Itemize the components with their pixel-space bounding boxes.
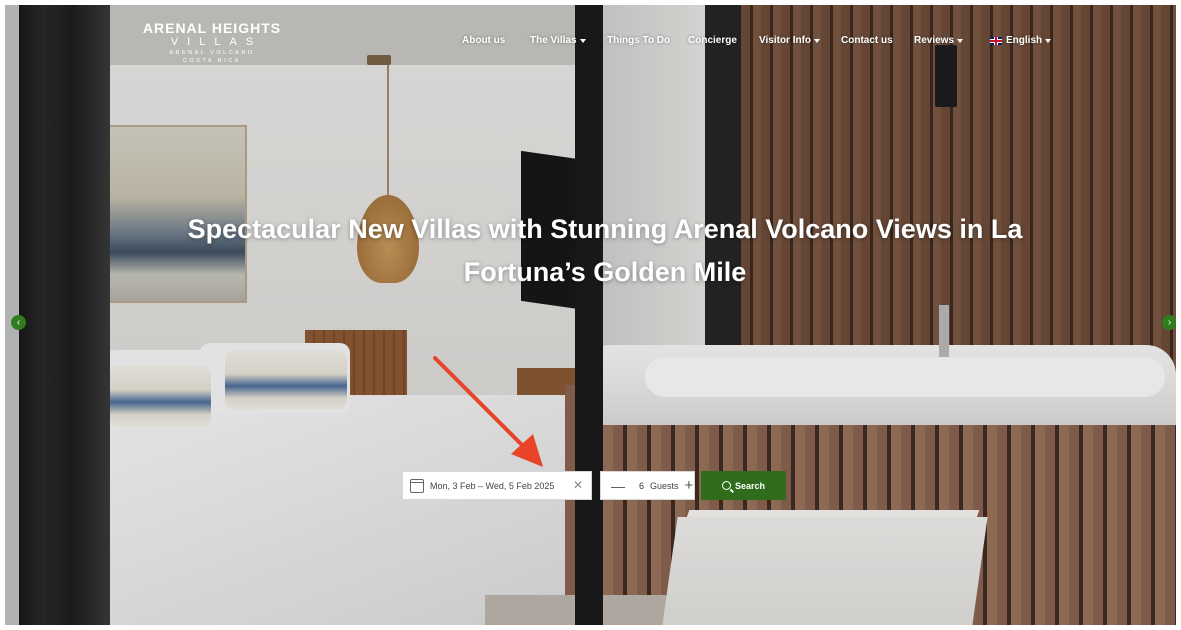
caret-down-icon <box>1045 38 1052 43</box>
nav-about-us[interactable]: About us <box>462 35 505 46</box>
guests-count[interactable]: 6 <box>639 481 644 491</box>
nav-label: Contact us <box>841 35 893 46</box>
slider-next-button[interactable]: › <box>1162 315 1176 330</box>
search-label: Search <box>734 480 766 491</box>
nav-things-to-do[interactable]: Things To Do <box>607 35 670 46</box>
calendar-icon <box>410 478 424 493</box>
clear-dates-icon[interactable]: ✕ <box>573 479 583 491</box>
nav-label: Reviews <box>914 35 955 46</box>
nav-visitor-info[interactable]: Visitor Info <box>759 35 821 46</box>
logo-tagline-2: COSTA RICA <box>183 58 241 64</box>
nav-label: The Villas <box>530 35 577 46</box>
logo-tagline-1: ARENAL VOLCANO <box>169 50 255 56</box>
nav-label: Things To Do <box>607 35 671 46</box>
annotation-arrow-icon <box>433 356 543 467</box>
headline-line-1: Spectacular New Villas with Stunning Are… <box>187 214 1023 244</box>
chevron-right-icon: › <box>1167 317 1172 328</box>
date-range-value: Mon, 3 Feb – Wed, 5 Feb 2025 <box>430 480 555 491</box>
uk-flag-icon <box>990 36 1002 45</box>
decrease-guests-button[interactable]: — <box>611 479 625 493</box>
guests-label: Guests <box>650 480 679 491</box>
nav-label: About us <box>462 35 506 46</box>
headline-line-2: Fortuna’s Golden Mile <box>463 257 747 287</box>
caret-down-icon <box>957 38 964 43</box>
search-button[interactable]: Search <box>701 471 786 500</box>
caret-down-icon <box>579 38 586 43</box>
hero-headline: Spectacular New Villas with Stunning Are… <box>125 208 1085 294</box>
hero-overlay <box>5 5 1176 625</box>
nav-concierge[interactable]: Concierge <box>688 35 737 46</box>
nav-the-villas[interactable]: The Villas <box>530 35 586 46</box>
slider-prev-button[interactable]: ‹ <box>11 315 26 330</box>
logo-title: ARENAL HEIGHTS <box>142 20 282 36</box>
increase-guests-button[interactable]: + <box>685 478 694 493</box>
logo-subtitle: VILLAS <box>170 36 263 48</box>
nav-label: English <box>1006 35 1043 46</box>
guests-selector: — 6 Guests + <box>600 471 695 500</box>
date-range-picker[interactable]: Mon, 3 Feb – Wed, 5 Feb 2025 ✕ <box>402 471 592 500</box>
chevron-left-icon: ‹ <box>16 317 21 328</box>
search-icon <box>721 481 731 490</box>
hero-section: ARENAL HEIGHTS VILLAS ARENAL VOLCANO COS… <box>5 5 1176 625</box>
site-logo[interactable]: ARENAL HEIGHTS VILLAS ARENAL VOLCANO COS… <box>137 20 287 65</box>
nav-reviews[interactable]: Reviews <box>914 35 964 46</box>
nav-label: Concierge <box>688 35 737 46</box>
nav-contact-us[interactable]: Contact us <box>841 35 893 46</box>
nav-language[interactable]: English <box>990 35 1052 46</box>
caret-down-icon <box>814 38 821 43</box>
nav-label: Visitor Info <box>759 35 812 46</box>
